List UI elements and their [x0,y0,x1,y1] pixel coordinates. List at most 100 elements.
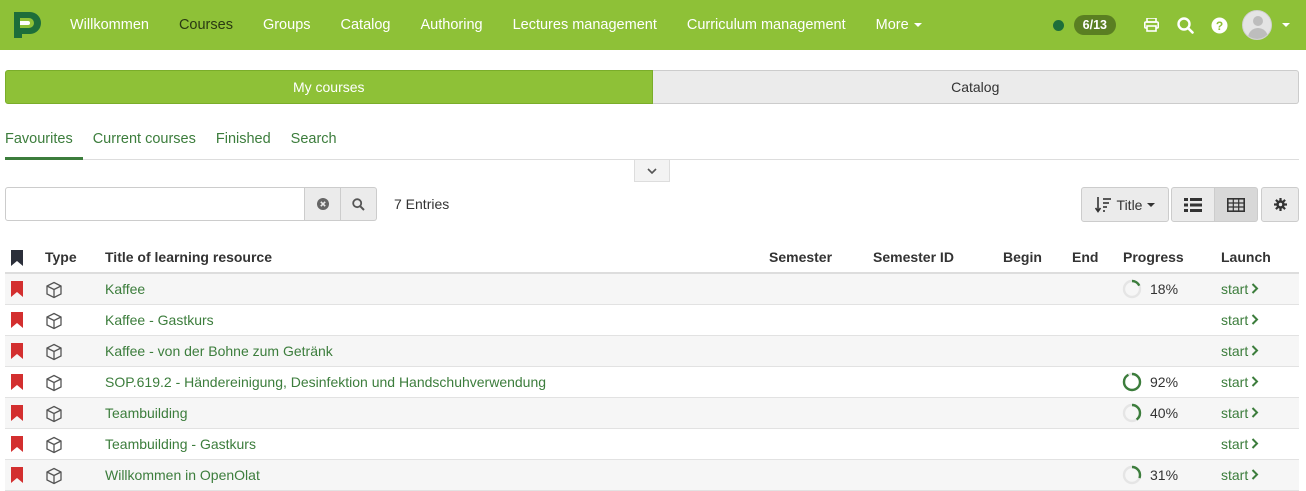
start-link-label: start [1221,436,1249,452]
progress-percent: 18% [1150,281,1179,297]
table-row: Kaffee - Gastkurs start [5,305,1299,336]
clear-search-button[interactable] [305,187,341,221]
col-type-header[interactable]: Type [45,249,77,265]
col-progress-header[interactable]: Progress [1123,249,1184,265]
start-course-link[interactable]: start [1221,312,1259,328]
filter-expand-button[interactable] [634,160,670,182]
chevron-down-icon [913,23,922,28]
table-settings-button[interactable] [1261,187,1299,222]
nav-item-authoring[interactable]: Authoring [406,0,498,50]
printer-icon[interactable] [1141,15,1161,35]
bookmark-icon[interactable] [11,343,23,359]
progress-indicator: 18% [1122,279,1178,299]
nav-item-label: Willkommen [70,17,149,33]
nav-item-catalog[interactable]: Catalog [326,0,406,50]
course-cube-icon [46,374,62,392]
progress-ring-icon [1122,279,1142,299]
course-title-link[interactable]: Teambuilding - Gastkurs [105,436,256,452]
bookmark-header-icon[interactable] [11,250,23,266]
table-row: Teambuilding 40% start [5,398,1299,429]
course-title-link[interactable]: Willkommen in OpenOlat [105,467,260,483]
tab-favourites[interactable]: Favourites [5,122,83,160]
bookmark-icon[interactable] [11,405,23,421]
nav-item-label: Curriculum management [686,17,846,33]
progress-indicator: 92% [1122,372,1178,392]
nav-item-more[interactable]: More [861,0,937,50]
nav-item-label: Catalog [340,17,391,33]
search-input[interactable] [5,187,305,221]
user-avatar[interactable] [1242,10,1272,40]
progress-indicator: 40% [1122,403,1178,423]
search-icon [352,197,365,211]
col-semester-id-header[interactable]: Semester ID [873,249,954,265]
nav-item-groups[interactable]: Groups [248,0,326,50]
start-course-link[interactable]: start [1221,281,1259,297]
sort-label: Title [1116,196,1143,213]
start-course-link[interactable]: start [1221,436,1259,452]
col-end-header[interactable]: End [1072,249,1098,265]
chevron-right-icon [1252,407,1259,418]
list-view-button[interactable] [1171,187,1215,222]
col-semester-header[interactable]: Semester [769,249,832,265]
course-title-link[interactable]: Kaffee [105,281,145,297]
clear-circle-icon [316,198,329,210]
nav-item-courses[interactable]: Courses [164,0,248,50]
start-course-link[interactable]: start [1221,405,1259,421]
start-link-label: start [1221,405,1249,421]
course-cube-icon [46,281,62,299]
start-course-link[interactable]: start [1221,467,1259,483]
table-view-button[interactable] [1215,187,1258,222]
course-title-link[interactable]: Kaffee - von der Bohne zum Getränk [105,343,333,359]
table-row: SOP.619.2 - Händereinigung, Desinfektion… [5,367,1299,398]
courses-view-toggle: My courses Catalog [5,70,1299,104]
catalog-segment[interactable]: Catalog [652,70,1299,104]
start-course-link[interactable]: start [1221,374,1259,390]
nav-item-willkommen[interactable]: Willkommen [55,0,164,50]
chevron-right-icon [1252,283,1259,294]
start-link-label: start [1221,281,1249,297]
nav-item-label: More [875,17,909,33]
openolat-logo[interactable] [10,10,42,40]
online-count-badge[interactable]: 6/13 [1073,15,1116,35]
table-row: Willkommen in OpenOlat 31% start [5,460,1299,491]
course-title-link[interactable]: Kaffee - Gastkurs [105,312,214,328]
sort-dropdown-button[interactable]: Title [1081,187,1169,222]
tab-search[interactable]: Search [281,122,347,160]
help-icon[interactable]: ? [1209,15,1229,35]
start-course-link[interactable]: start [1221,343,1259,359]
nav-item-label: Authoring [420,17,483,33]
nav-item-lectures-management[interactable]: Lectures management [498,0,672,50]
course-cube-icon [46,467,62,485]
bookmark-icon[interactable] [11,374,23,390]
course-title-link[interactable]: Teambuilding [105,405,188,421]
bookmark-icon[interactable] [11,467,23,483]
col-begin-header[interactable]: Begin [1003,249,1042,265]
my-courses-segment[interactable]: My courses [5,70,653,104]
top-navbar: Willkommen Courses Groups Catalog Authoring L… [0,0,1306,50]
gear-icon [1273,198,1287,211]
bookmark-icon[interactable] [11,312,23,328]
nav-item-curriculum-management[interactable]: Curriculum management [672,0,861,50]
list-icon [1184,197,1202,212]
chevron-right-icon [1252,314,1259,325]
course-cube-icon [46,312,62,330]
bookmark-icon[interactable] [11,281,23,297]
bookmark-icon[interactable] [11,436,23,452]
course-title-link[interactable]: SOP.619.2 - Händereinigung, Desinfektion… [105,374,546,390]
course-cube-icon [46,436,62,454]
online-status-icon [1052,19,1064,31]
chevron-right-icon [1252,345,1259,356]
table-row: Teambuilding - Gastkurs start [5,429,1299,460]
search-icon[interactable] [1175,15,1195,35]
tab-finished[interactable]: Finished [206,122,281,160]
col-launch-header: Launch [1221,249,1271,265]
progress-percent: 31% [1150,467,1179,483]
chevron-right-icon [1252,469,1259,480]
chevron-right-icon [1252,438,1259,449]
col-title-header[interactable]: Title of learning resource [105,249,272,265]
search-submit-button[interactable] [341,187,377,221]
courses-table: Type Title of learning resource Semester… [5,242,1299,491]
tab-current-courses[interactable]: Current courses [83,122,206,160]
progress-percent: 40% [1150,405,1179,421]
user-menu-chevron-icon[interactable] [1282,23,1290,27]
